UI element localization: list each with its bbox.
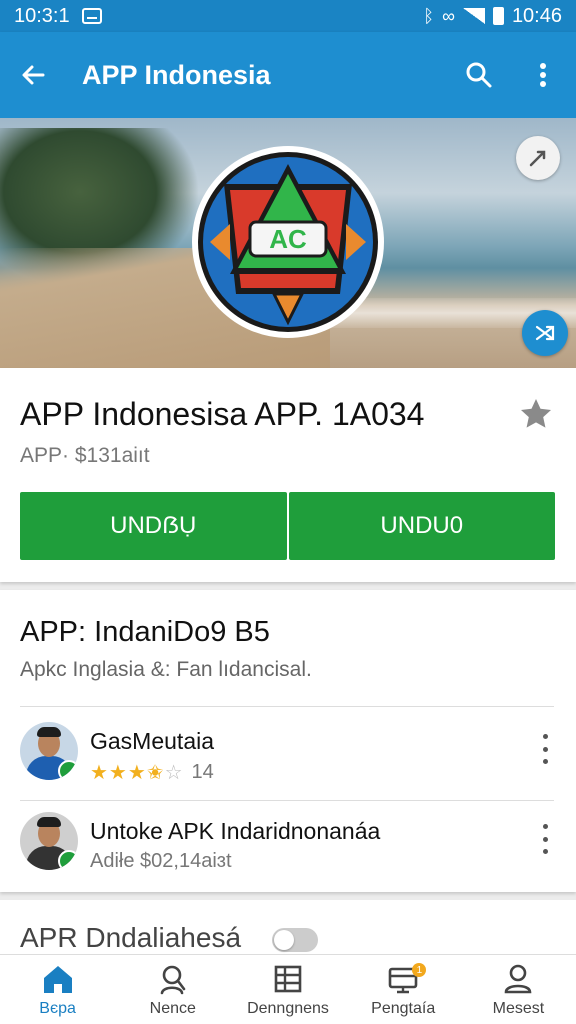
app-meta: APP· $131aiıt: [20, 444, 150, 467]
nav-label-denngnens: Denngnens: [247, 999, 329, 1017]
next-section-title: APR Dndaliahesá: [20, 922, 242, 953]
status-bar: 10:3:1 ᛒ ∞ 10:46: [0, 0, 576, 32]
nav-label-pengtaia: Pengtaía: [371, 999, 436, 1017]
more-vert-icon[interactable]: [526, 58, 560, 92]
vibrate-icon: ∞: [442, 5, 455, 26]
app-detail-card: APP Indonesisa APP. 1A034 APP· $131aiıt …: [0, 368, 576, 582]
status-time-right: 10:46: [511, 4, 562, 27]
download-button-row: UNDẞỤ UNDU0: [20, 492, 555, 560]
more-vert-icon[interactable]: [540, 734, 550, 764]
signal-icon: [462, 8, 485, 24]
app-logo: AC: [192, 146, 384, 338]
nav-label-nence: Nence: [149, 999, 196, 1017]
avatar: [20, 722, 78, 780]
section-card: APP: IndaniDo9 B5 Apkc Inglasia &: Fan l…: [0, 590, 576, 892]
more-vert-icon[interactable]: [540, 824, 550, 854]
nav-label-mesest: Mesest: [492, 999, 545, 1017]
verified-badge-icon: [58, 760, 78, 780]
notification-badge: 1: [412, 963, 427, 977]
list-item-detail: Adiłe $02,14aiɜt: [90, 850, 232, 872]
hero-banner: AC: [0, 118, 576, 368]
rating-count: 14: [191, 761, 214, 783]
list-item-name: GasMeutaia: [90, 728, 215, 754]
bottom-nav: Bєpa Nence Denngnens 1 Pengtaía Mesest: [0, 954, 576, 1024]
list-item[interactable]: Untoke APK Indaridnonanáa Adiłe $02,14ai…: [0, 798, 576, 890]
avatar: [20, 812, 78, 870]
battery-icon: [492, 7, 504, 25]
star-rating-icon: ★★★✬☆: [90, 762, 184, 784]
nav-nence[interactable]: Nence: [115, 955, 230, 1024]
bluetooth-icon: ᛒ: [423, 5, 435, 26]
nav-pengtaia[interactable]: 1 Pengtaía: [346, 955, 461, 1024]
section-subtitle: Apkc Inglasia &: Fan lıdancisal.: [20, 658, 312, 681]
verified-badge-icon: [58, 850, 78, 870]
divider: [20, 706, 554, 707]
list-item[interactable]: GasMeutaia ★★★✬☆ 14: [0, 708, 576, 800]
nav-denngnens[interactable]: Denngnens: [230, 955, 345, 1024]
page-title: APP Indonesia: [82, 59, 271, 90]
section-title: APP: IndaniDo9 B5: [20, 616, 270, 648]
nav-mesest[interactable]: Mesest: [461, 955, 576, 1024]
nav-label-home: Bєpa: [39, 999, 76, 1017]
grid-icon: [270, 962, 306, 996]
message-icon: [81, 8, 102, 24]
shuffle-icon[interactable]: [522, 310, 568, 356]
home-icon: [40, 962, 76, 996]
nav-home[interactable]: Bєpa: [0, 955, 115, 1024]
status-time-left: 10:3:1: [14, 4, 70, 27]
app-bar: APP Indonesia: [0, 32, 576, 118]
download-button-primary[interactable]: UNDẞỤ: [20, 492, 287, 560]
person-icon: [155, 962, 191, 996]
list-item-rating: ★★★✬☆ 14: [90, 760, 214, 785]
download-button-secondary[interactable]: UNDU0: [288, 492, 555, 560]
list-item-name: Untoke APK Indaridnonanáa: [90, 818, 381, 844]
search-icon[interactable]: [462, 58, 496, 92]
next-section-card: APR Dndaliahesá: [0, 900, 576, 960]
app-title: APP Indonesisa APP. 1A034: [20, 396, 425, 432]
star-icon[interactable]: [518, 396, 554, 432]
edit-icon[interactable]: [516, 136, 560, 180]
toggle-switch[interactable]: [272, 928, 318, 952]
logo-text: AC: [269, 224, 307, 254]
back-arrow-icon[interactable]: [16, 58, 50, 92]
account-icon: [500, 962, 536, 996]
